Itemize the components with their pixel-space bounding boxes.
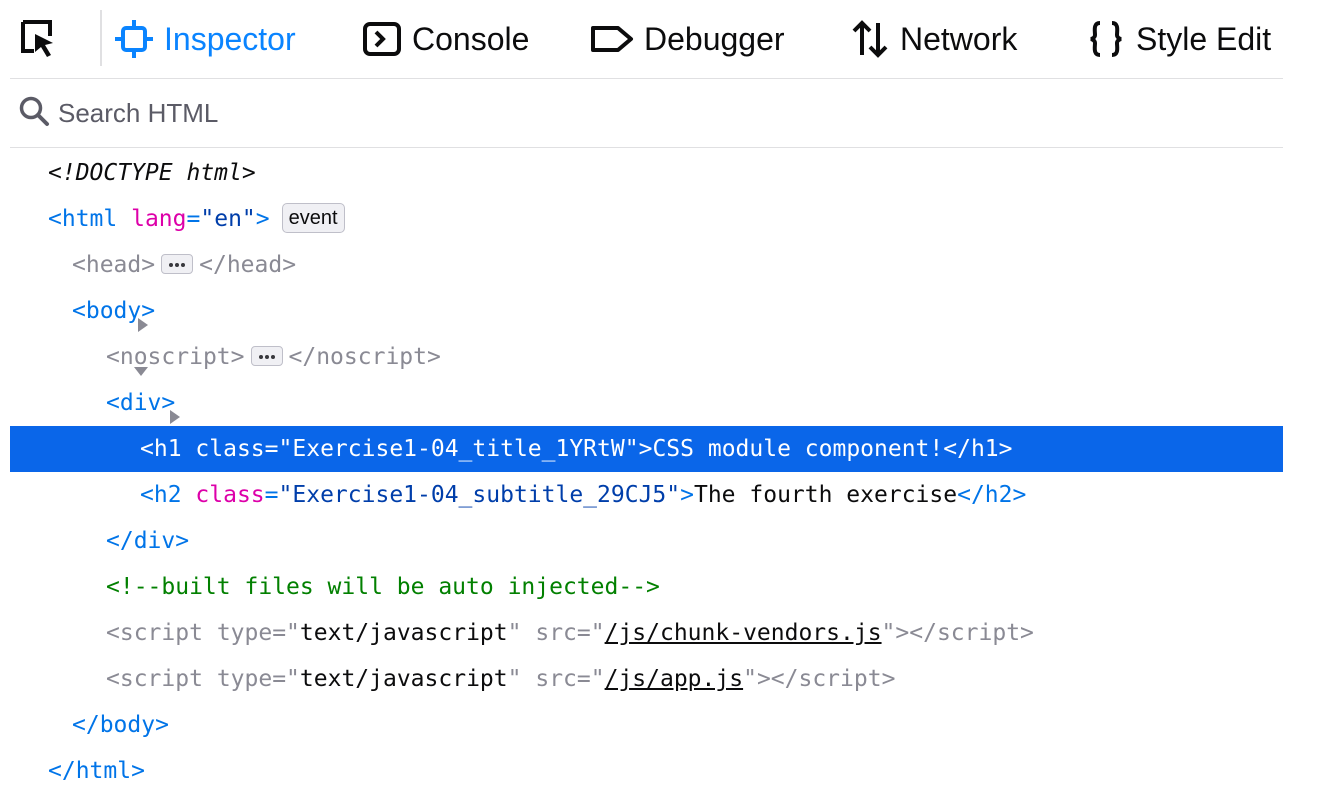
network-icon: [850, 19, 890, 59]
tree-node-script-vendors[interactable]: <script type="text/javascript" src="/js/…: [10, 610, 1283, 656]
div-close-tag: </div>: [106, 528, 190, 554]
expand-arrow-icon[interactable]: [84, 349, 181, 424]
toolbar-divider: [100, 10, 102, 66]
event-badge[interactable]: event: [281, 202, 345, 233]
search-bar: [10, 79, 1283, 148]
tree-node-h1-selected[interactable]: <h1 class="Exercise1-04_title_1YRtW">CSS…: [10, 426, 1283, 472]
noscript-tags: <noscript> </noscript>: [106, 344, 441, 370]
collapsed-content-button[interactable]: [250, 345, 283, 366]
tab-network[interactable]: Network: [850, 14, 1017, 64]
tree-node-html[interactable]: <html lang="en"> event: [10, 196, 1283, 242]
tree-node-comment[interactable]: <!--built files will be auto injected-->: [10, 564, 1283, 610]
tree-node-div[interactable]: <div>: [10, 380, 1283, 468]
tree-node-doctype[interactable]: <!DOCTYPE html>: [10, 150, 1283, 196]
tree-node-script-app[interactable]: <script type="text/javascript" src="/js/…: [10, 656, 1283, 702]
h1-element: <h1 class="Exercise1-04_title_1YRtW">CSS…: [140, 436, 1013, 462]
tree-node-html-close[interactable]: </html>: [10, 748, 1283, 787]
debugger-icon: [590, 19, 634, 59]
tab-inspector-label: Inspector: [164, 20, 296, 57]
tree-node-h2[interactable]: <h2 class="Exercise1-04_subtitle_29CJ5">…: [10, 472, 1283, 518]
devtools-toolbar: Inspector Console Debugger Network Style…: [10, 0, 1283, 79]
collapse-arrow-icon[interactable]: [50, 303, 149, 376]
inspector-icon: [114, 19, 154, 59]
tab-debugger-label: Debugger: [644, 20, 785, 57]
html-close-tag: </html>: [48, 758, 145, 784]
style-editor-icon: [1086, 19, 1126, 59]
tree-node-noscript[interactable]: <noscript> </noscript>: [10, 334, 1283, 424]
tree-node-body-close[interactable]: </body>: [10, 702, 1283, 748]
h2-element: <h2 class="Exercise1-04_subtitle_29CJ5">…: [140, 482, 1027, 508]
expand-arrow-icon[interactable]: [52, 257, 149, 332]
script-app-element: <script type="text/javascript" src="/js/…: [106, 666, 896, 692]
body-open-tag: <body>: [72, 298, 156, 324]
div-open-tag: <div>: [106, 390, 176, 416]
doctype-text: <!DOCTYPE html>: [48, 160, 256, 186]
tree-node-div-close[interactable]: </div>: [10, 518, 1283, 564]
tab-style-editor[interactable]: Style Edit: [1086, 14, 1271, 64]
tab-debugger[interactable]: Debugger: [590, 14, 785, 64]
script-app-link[interactable]: /js/app.js: [605, 666, 743, 692]
tab-inspector[interactable]: Inspector: [114, 14, 296, 64]
tree-node-body[interactable]: <body>: [10, 288, 1283, 376]
html-open-tag: <html lang="en"> event: [48, 196, 345, 242]
collapsed-content-button[interactable]: [161, 253, 194, 274]
comment-text: <!--built files will be auto injected-->: [106, 574, 660, 600]
tab-network-label: Network: [900, 20, 1018, 57]
element-picker-icon[interactable]: [20, 19, 56, 59]
tree-node-head[interactable]: <head> </head>: [10, 242, 1283, 332]
tab-console[interactable]: Console: [362, 14, 529, 64]
search-html-input[interactable]: [58, 93, 1058, 133]
head-tags: <head> </head>: [72, 252, 297, 278]
search-icon: [18, 95, 52, 129]
script-vendors-element: <script type="text/javascript" src="/js/…: [106, 620, 1034, 646]
tab-style-editor-label: Style Edit: [1136, 20, 1272, 57]
tab-console-label: Console: [412, 20, 530, 57]
body-close-tag: </body>: [72, 712, 169, 738]
script-vendors-link[interactable]: /js/chunk-vendors.js: [605, 620, 882, 646]
console-icon: [362, 19, 402, 59]
collapse-arrow-icon[interactable]: [84, 395, 183, 468]
